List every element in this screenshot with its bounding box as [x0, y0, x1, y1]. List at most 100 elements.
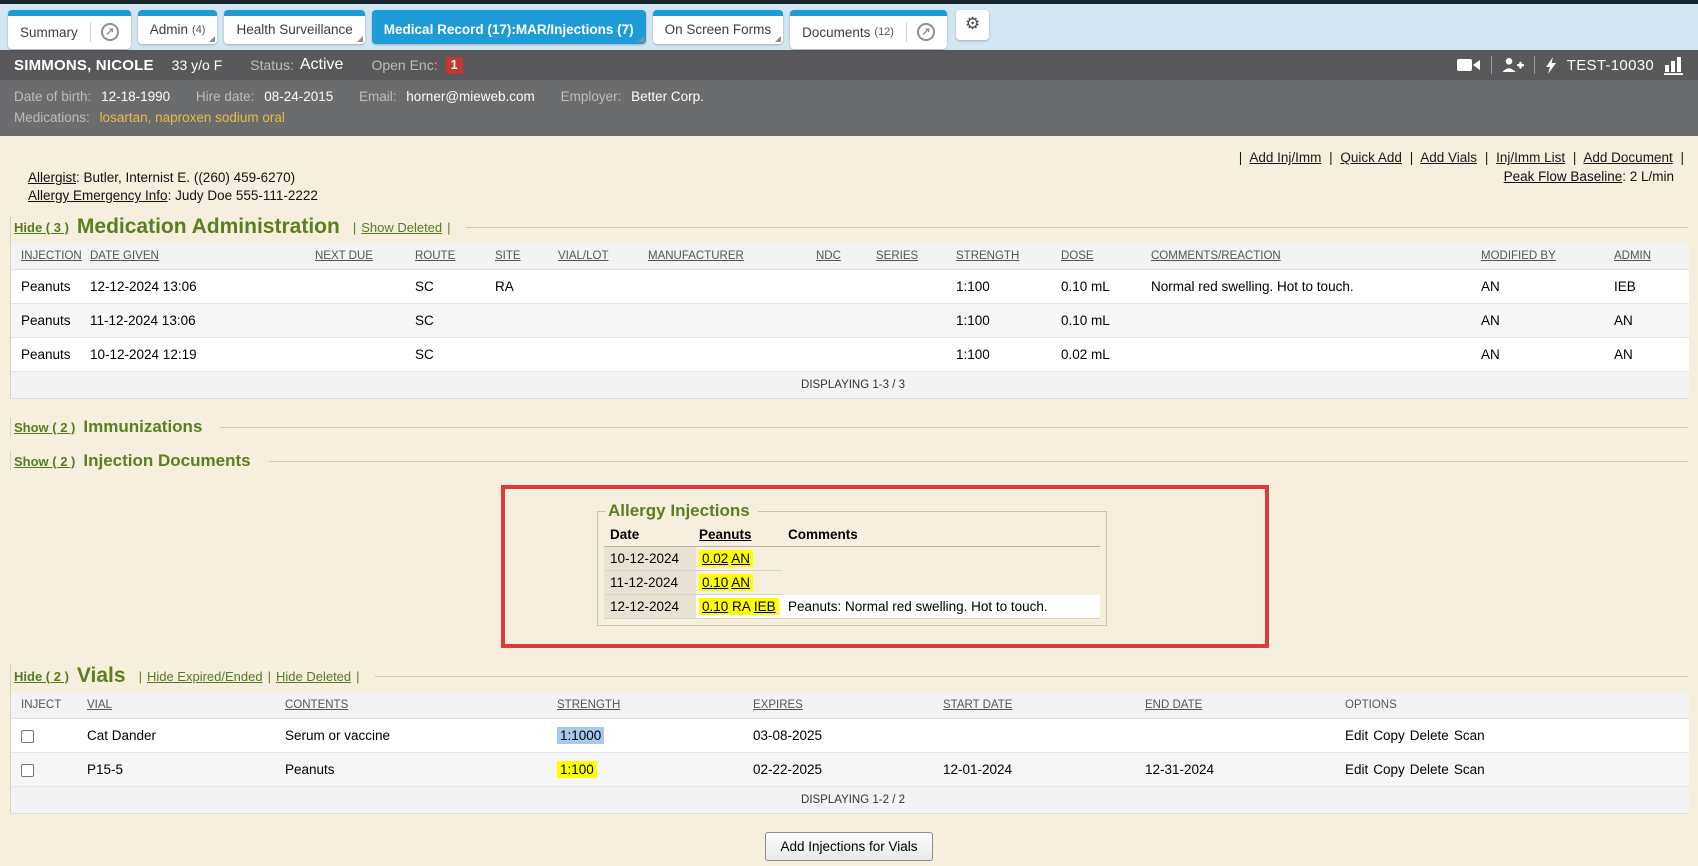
hide-expired-ended-link[interactable]: Hide Expired/Ended [147, 669, 263, 684]
tab-dropdown-notch [209, 36, 215, 42]
vials-hide-toggle[interactable]: Hide ( 2 ) [14, 669, 69, 684]
medication-link-naproxen[interactable]: naproxen sodium oral [155, 110, 285, 125]
vials-table: INJECT VIAL CONTENTS STRENGTH EXPIRES ST… [11, 692, 1689, 814]
scan-link[interactable]: Scan [1454, 728, 1485, 743]
tab-admin[interactable]: Admin (4) [138, 10, 218, 44]
quick-add-link[interactable]: Quick Add [1340, 150, 1402, 165]
video-camera-icon[interactable] [1457, 57, 1481, 73]
med-admin-hide-toggle[interactable]: Hide ( 3 ) [14, 220, 69, 235]
scan-link[interactable]: Scan [1454, 762, 1485, 777]
show-deleted-link[interactable]: Show Deleted [361, 220, 442, 235]
open-enc-label: Open Enc: [371, 57, 437, 73]
add-document-link[interactable]: Add Document [1583, 150, 1672, 165]
vials-displaying: DISPLAYING 1-2 / 2 [11, 787, 1689, 814]
cell-vial-lot [554, 338, 644, 372]
col-route[interactable]: ROUTE [411, 243, 491, 270]
patient-chart-id: TEST-10030 [1567, 57, 1654, 74]
peak-flow-baseline-link[interactable]: Peak Flow Baseline [1504, 169, 1623, 184]
edit-link[interactable]: Edit [1345, 728, 1368, 743]
add-person-icon[interactable] [1502, 57, 1524, 73]
col-comments-reaction[interactable]: COMMENTS/REACTION [1147, 243, 1477, 270]
col-dose[interactable]: DOSE [1057, 243, 1147, 270]
injection-documents-show-toggle[interactable]: Show ( 2 ) [14, 454, 75, 469]
tab-health-surveillance[interactable]: Health Surveillance [224, 10, 364, 44]
col-vial-lot[interactable]: VIAL/LOT [554, 243, 644, 270]
col-strength[interactable]: STRENGTH [952, 243, 1057, 270]
popout-arrow-icon[interactable]: ↗ [101, 23, 119, 41]
dob-value: 12-18-1990 [101, 89, 170, 104]
chart-content-area: | Add Inj/Imm | Quick Add | Add Vials | … [0, 136, 1698, 866]
col-ai-comments: Comments [782, 523, 1100, 547]
ai-comments: Peanuts: Normal red swelling. Hot to tou… [782, 595, 1100, 619]
col-vial[interactable]: VIAL [83, 692, 281, 719]
tab-medical-record-active[interactable]: Medical Record (17):MAR/Injections (7) [372, 10, 646, 44]
col-next-due[interactable]: NEXT DUE [311, 243, 411, 270]
initials-link[interactable]: AN [731, 551, 750, 566]
cell-admin: AN [1610, 338, 1689, 372]
allergy-injections-title: Allergy Injections [606, 501, 758, 521]
edit-link[interactable]: Edit [1345, 762, 1368, 777]
tab-on-screen-forms[interactable]: On Screen Forms [653, 10, 784, 44]
dose-link[interactable]: 0.02 [702, 551, 728, 566]
tab-divider [90, 22, 91, 42]
add-inj-imm-link[interactable]: Add Inj/Imm [1249, 150, 1321, 165]
immunizations-show-toggle[interactable]: Show ( 2 ) [14, 420, 75, 435]
cell-contents: Peanuts [281, 753, 553, 787]
delete-link[interactable]: Delete [1410, 762, 1449, 777]
med-admin-paging-row: DISPLAYING 1-3 / 3 [11, 372, 1689, 399]
open-encounter-badge[interactable]: 1 [446, 57, 463, 74]
cell-strength: 1:100 [553, 753, 749, 787]
tab-summary[interactable]: Summary ↗ [8, 10, 131, 49]
col-modified-by[interactable]: MODIFIED BY [1477, 243, 1610, 270]
col-admin[interactable]: ADMIN [1610, 243, 1689, 270]
med-admin-displaying: DISPLAYING 1-3 / 3 [11, 372, 1689, 399]
dose-link[interactable]: 0.10 [702, 575, 728, 590]
col-vial-strength[interactable]: STRENGTH [553, 692, 749, 719]
peanuts-column-link[interactable]: Peanuts [699, 527, 752, 542]
col-end-date[interactable]: END DATE [1141, 692, 1341, 719]
vial-inject-checkbox[interactable] [21, 730, 34, 743]
initials-link[interactable]: IEB [754, 599, 776, 614]
col-series[interactable]: SERIES [872, 243, 952, 270]
vial-inject-checkbox[interactable] [21, 764, 34, 777]
cell-vial: Cat Dander [83, 719, 281, 753]
cell-comments [1147, 338, 1477, 372]
add-vials-link[interactable]: Add Vials [1420, 150, 1477, 165]
dose-link[interactable]: 0.10 [702, 599, 728, 614]
cell-injection: Peanuts [11, 270, 86, 304]
hide-deleted-link[interactable]: Hide Deleted [276, 669, 351, 684]
col-expires[interactable]: EXPIRES [749, 692, 939, 719]
add-injections-for-vials-button[interactable]: Add Injections for Vials [765, 832, 932, 861]
initials-link[interactable]: AN [731, 575, 750, 590]
allergy-emergency-info-link[interactable]: Allergy Emergency Info [28, 188, 168, 203]
inj-imm-list-link[interactable]: Inj/Imm List [1496, 150, 1565, 165]
allergy-injections-table: Date Peanuts Comments 10-12-2024 0.02 AN… [604, 523, 1100, 619]
settings-gear-icon[interactable]: ⚙ [956, 10, 989, 40]
medication-link-losartan[interactable]: losartan [100, 110, 148, 125]
cell-contents: Serum or vaccine [281, 719, 553, 753]
col-contents[interactable]: CONTENTS [281, 692, 553, 719]
popout-arrow-icon[interactable]: ↗ [917, 23, 935, 41]
bar-chart-icon[interactable] [1664, 56, 1684, 75]
col-ai-vial-peanuts[interactable]: Peanuts [696, 523, 782, 547]
col-site[interactable]: SITE [491, 243, 554, 270]
cell-options: Edit Copy Delete Scan [1341, 753, 1689, 787]
allergist-link[interactable]: Allergist [28, 170, 76, 185]
tab-documents[interactable]: Documents (12) ↗ [790, 10, 947, 49]
col-date-given[interactable]: DATE GIVEN [86, 243, 311, 270]
lightning-bolt-icon[interactable] [1545, 57, 1557, 74]
link-separator: | [1485, 150, 1489, 165]
col-ndc[interactable]: NDC [812, 243, 872, 270]
tab-dropdown-notch [775, 36, 781, 42]
delete-link[interactable]: Delete [1410, 728, 1449, 743]
col-start-date[interactable]: START DATE [939, 692, 1141, 719]
cell-end-date: 12-31-2024 [1141, 753, 1341, 787]
copy-link[interactable]: Copy [1373, 728, 1405, 743]
cell-expires: 02-22-2025 [749, 753, 939, 787]
cell-comments [1147, 304, 1477, 338]
cell-admin: AN [1610, 304, 1689, 338]
col-manufacturer[interactable]: MANUFACTURER [644, 243, 812, 270]
col-injection[interactable]: INJECTION [11, 243, 86, 270]
copy-link[interactable]: Copy [1373, 762, 1405, 777]
cell-start-date: 12-01-2024 [939, 753, 1141, 787]
